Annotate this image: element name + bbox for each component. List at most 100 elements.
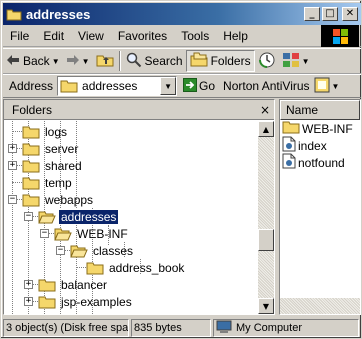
chevron-down-icon[interactable]: ▼ bbox=[160, 77, 177, 95]
window-title: addresses bbox=[26, 6, 91, 22]
history-icon bbox=[258, 51, 276, 72]
menu-edit[interactable]: Edit bbox=[36, 29, 71, 43]
explorer-window: addresses _ □ ✕ File Edit View Favorites… bbox=[0, 0, 362, 339]
search-label: Search bbox=[144, 54, 183, 68]
standard-toolbar: Back ▼ ▼ Search Folders ▼ bbox=[3, 48, 361, 74]
views-icon bbox=[282, 52, 300, 71]
files-pane: Name WEB-INF index notfound bbox=[279, 99, 361, 315]
tree-item[interactable]: shared bbox=[22, 157, 84, 174]
norton-label: Norton AntiVirus bbox=[223, 79, 310, 93]
expand-icon[interactable]: + bbox=[24, 280, 33, 289]
list-item[interactable]: notfound bbox=[280, 153, 360, 172]
address-input[interactable]: addresses ▼ bbox=[57, 76, 178, 96]
menu-bar: File Edit View Favorites Tools Help bbox=[3, 25, 361, 47]
html-file-icon bbox=[282, 153, 296, 172]
collapse-icon[interactable]: − bbox=[24, 212, 33, 221]
menu-favorites[interactable]: Favorites bbox=[111, 29, 174, 43]
list-item[interactable]: WEB-INF bbox=[280, 120, 360, 137]
scroll-down-icon[interactable]: ▼ bbox=[258, 298, 274, 314]
folder-icon bbox=[38, 295, 56, 309]
list-item-label: notfound bbox=[298, 155, 345, 170]
collapse-icon[interactable]: − bbox=[56, 246, 65, 255]
norton-antivirus-button[interactable]: Norton AntiVirus ▼ bbox=[223, 77, 339, 96]
expand-icon[interactable]: + bbox=[24, 297, 33, 306]
tree-item[interactable]: temp bbox=[22, 174, 74, 191]
status-bar: 3 object(s) (Disk free spa 835 bytes My … bbox=[3, 318, 361, 338]
location-label: My Computer bbox=[236, 322, 303, 334]
chevron-down-icon[interactable]: ▼ bbox=[52, 57, 60, 66]
tree-item[interactable]: jsp-examples bbox=[38, 293, 134, 310]
up-folder-icon bbox=[96, 53, 114, 70]
history-button[interactable] bbox=[255, 50, 279, 72]
go-arrow-icon bbox=[183, 77, 198, 95]
menu-view[interactable]: View bbox=[71, 29, 111, 43]
tree-item[interactable]: webapps bbox=[22, 191, 95, 208]
folders-button[interactable]: Folders bbox=[185, 50, 255, 72]
folders-pane: Folders × logs + server + shared temp − webapps… bbox=[3, 99, 275, 315]
back-arrow-icon bbox=[6, 54, 20, 69]
list-item-label: WEB-INF bbox=[302, 121, 353, 136]
tree-item[interactable]: logs bbox=[22, 123, 69, 140]
collapse-icon[interactable]: − bbox=[40, 229, 49, 238]
views-button[interactable]: ▼ bbox=[279, 50, 313, 72]
minimize-button[interactable]: _ bbox=[304, 7, 320, 21]
open-folder-icon bbox=[70, 244, 88, 258]
chevron-down-icon[interactable]: ▼ bbox=[302, 57, 310, 66]
folders-label: Folders bbox=[210, 54, 251, 68]
files-horizontal-scrollbar[interactable] bbox=[280, 298, 360, 314]
close-button[interactable]: ✕ bbox=[342, 7, 358, 21]
norton-shield-icon bbox=[314, 77, 330, 96]
list-item[interactable]: index bbox=[280, 136, 360, 154]
title-bar[interactable]: addresses _ □ ✕ bbox=[3, 3, 361, 25]
menu-file[interactable]: File bbox=[3, 29, 36, 43]
address-value: addresses bbox=[82, 79, 138, 93]
tree-item-label: logs bbox=[45, 124, 68, 139]
file-list: WEB-INF index notfound bbox=[280, 120, 360, 171]
collapse-icon[interactable]: − bbox=[8, 195, 17, 204]
maximize-button[interactable]: □ bbox=[322, 7, 338, 21]
tree-branch-line bbox=[12, 131, 22, 132]
expand-icon[interactable]: + bbox=[8, 144, 17, 153]
tree-item[interactable]: address_book bbox=[86, 259, 186, 276]
folder-icon bbox=[60, 79, 78, 93]
menu-help[interactable]: Help bbox=[216, 29, 255, 43]
search-icon bbox=[126, 52, 142, 71]
chevron-down-icon[interactable]: ▼ bbox=[332, 82, 340, 91]
tree-item[interactable]: addresses bbox=[38, 208, 120, 225]
folder-icon bbox=[282, 120, 300, 137]
forward-button[interactable]: ▼ bbox=[63, 50, 93, 72]
folders-vertical-scrollbar[interactable]: ▲ ▼ bbox=[258, 121, 274, 314]
tree-item-label: server bbox=[45, 141, 79, 156]
up-folder-button[interactable] bbox=[93, 50, 117, 72]
my-computer-icon bbox=[216, 320, 232, 336]
back-button[interactable]: Back ▼ bbox=[3, 50, 63, 72]
folder-icon bbox=[22, 193, 40, 207]
go-button[interactable]: Go bbox=[183, 77, 216, 95]
expand-icon[interactable]: + bbox=[8, 161, 17, 170]
scroll-thumb[interactable] bbox=[258, 229, 274, 251]
close-icon[interactable]: × bbox=[260, 103, 270, 117]
tree-item[interactable]: WEB-INF bbox=[54, 225, 130, 242]
name-column-label: Name bbox=[286, 103, 319, 117]
tree-branch-line bbox=[12, 182, 22, 183]
folder-icon bbox=[22, 176, 40, 190]
go-label: Go bbox=[199, 79, 216, 93]
folder-icon bbox=[38, 278, 56, 292]
tree-item-label: address_book bbox=[109, 260, 185, 275]
folder-icon bbox=[6, 7, 22, 21]
tree-item-label: balancer bbox=[61, 277, 108, 292]
chevron-down-icon[interactable]: ▼ bbox=[82, 57, 90, 66]
folder-icon bbox=[22, 142, 40, 156]
name-column-header[interactable]: Name bbox=[280, 100, 360, 120]
search-button[interactable]: Search bbox=[123, 50, 186, 72]
tree-item[interactable]: classes bbox=[70, 242, 135, 259]
menu-tools[interactable]: Tools bbox=[174, 29, 216, 43]
tree-item-label: WEB-INF bbox=[77, 226, 128, 241]
scroll-up-icon[interactable]: ▲ bbox=[258, 121, 274, 137]
status-objects: 3 object(s) (Disk free spa bbox=[3, 319, 129, 337]
folders-pane-header: Folders × bbox=[4, 100, 274, 120]
tree-item[interactable]: balancer bbox=[38, 276, 109, 293]
tree-item[interactable]: server bbox=[22, 140, 80, 157]
tree-item-label: addresses bbox=[57, 208, 120, 225]
status-location: My Computer bbox=[213, 319, 359, 337]
